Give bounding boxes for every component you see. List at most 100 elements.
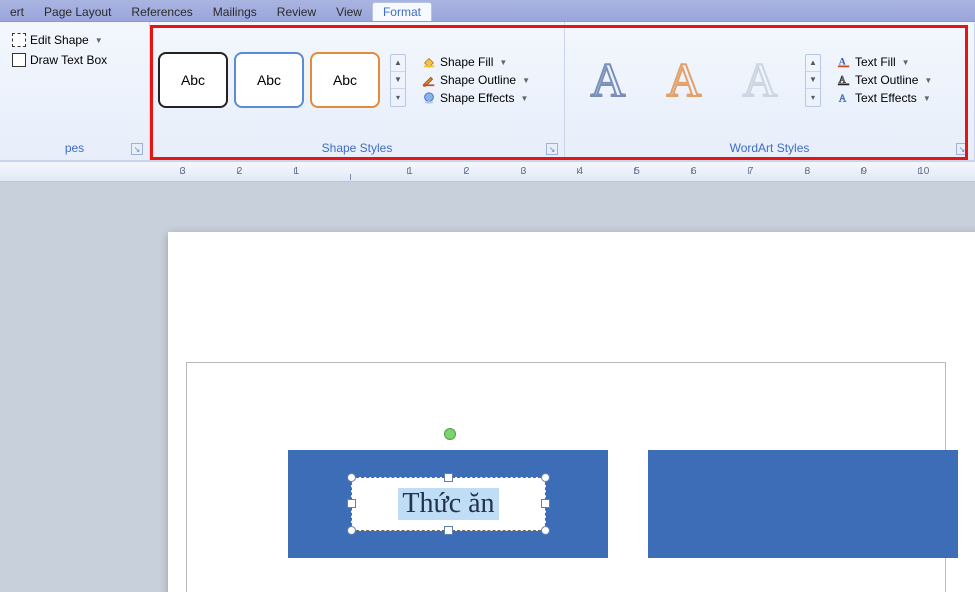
gallery-more-icon[interactable]: ▾ (806, 89, 820, 106)
edit-shape-button[interactable]: Edit Shape ▼ (8, 32, 107, 48)
ruler-tick: 10 (918, 166, 975, 177)
wordart-thumb-1[interactable]: A (573, 50, 643, 110)
group-label-wordart-styles-text: WordArt Styles (730, 141, 810, 155)
document-canvas[interactable]: Thức ăn (0, 182, 975, 592)
resize-handle-nw[interactable] (347, 473, 356, 482)
chevron-down-icon: ▼ (522, 76, 530, 85)
thumb-text: Abc (257, 72, 281, 88)
group-label-shape-styles: Shape Styles ↘ (150, 138, 564, 160)
ribbon-tabstrip: ert Page Layout References Mailings Revi… (0, 0, 975, 22)
tab-format[interactable]: Format (372, 2, 432, 21)
ruler-tick: 2 (464, 166, 521, 177)
text-effects-button[interactable]: A Text Effects ▼ (833, 90, 936, 106)
chevron-down-icon: ▼ (923, 94, 931, 103)
shape-effects-label: Shape Effects (440, 91, 515, 105)
svg-text:A: A (839, 94, 847, 105)
ruler-tick: 1 (294, 166, 351, 177)
text-fill-button[interactable]: A Text Fill ▼ (833, 54, 936, 70)
shape-outline-button[interactable]: Shape Outline ▼ (418, 72, 534, 88)
group-shape-styles: Abc Abc Abc ▲ ▼ ▾ Shape Fill ▼ (150, 22, 565, 160)
gallery-down-icon[interactable]: ▼ (391, 72, 405, 89)
tab-view[interactable]: View (326, 3, 372, 21)
gallery-up-icon[interactable]: ▲ (391, 55, 405, 72)
wordart-thumb-3[interactable]: A (725, 50, 795, 110)
shape-style-thumb-1[interactable]: Abc (158, 52, 228, 108)
ruler-tick: 3 (521, 166, 578, 177)
wordart-thumb-2[interactable]: A (649, 50, 719, 110)
horizontal-ruler[interactable]: 3 2 1 1 2 3 4 5 6 7 8 9 10 (0, 162, 975, 182)
ruler-tick: 4 (577, 166, 634, 177)
draw-text-box-label: Draw Text Box (30, 53, 107, 67)
tab-mailings[interactable]: Mailings (203, 3, 267, 21)
text-box-content[interactable]: Thức ăn (398, 488, 498, 520)
tab-review[interactable]: Review (267, 3, 326, 21)
ruler-tick: 5 (634, 166, 691, 177)
shape-style-thumb-2[interactable]: Abc (234, 52, 304, 108)
text-box-selected[interactable]: Thức ăn (351, 477, 546, 531)
ruler-tick: 2 (237, 166, 294, 177)
shape-effects-button[interactable]: Shape Effects ▼ (418, 90, 534, 106)
text-outline-icon: A (837, 73, 851, 87)
group-label-shapes: pes ↘ (0, 138, 149, 160)
thumb-text: Abc (181, 72, 205, 88)
resize-handle-sw[interactable] (347, 526, 356, 535)
gallery-more-icon[interactable]: ▾ (391, 89, 405, 106)
shape-styles-gallery: Abc Abc Abc ▲ ▼ ▾ (158, 52, 406, 108)
pen-icon (422, 73, 436, 87)
ruler-tick: 7 (748, 166, 805, 177)
dialog-launcher-icon[interactable]: ↘ (131, 143, 143, 155)
ribbon: Edit Shape ▼ Draw Text Box pes ↘ Abc Abc… (0, 22, 975, 162)
letter-a-icon: A (667, 53, 702, 108)
ruler-tick: 1 (407, 166, 464, 177)
ruler-tick: 8 (805, 166, 862, 177)
shape-fill-button[interactable]: Shape Fill ▼ (418, 54, 534, 70)
resize-handle-ne[interactable] (541, 473, 550, 482)
gallery-down-icon[interactable]: ▼ (806, 72, 820, 89)
gallery-up-icon[interactable]: ▲ (806, 55, 820, 72)
text-fill-icon: A (837, 55, 851, 69)
resize-handle-w[interactable] (347, 499, 356, 508)
wordart-gallery: A A A ▲ ▼ ▾ (573, 50, 821, 110)
chevron-down-icon: ▼ (521, 94, 529, 103)
edit-shape-icon (12, 33, 26, 47)
tab-references[interactable]: References (121, 3, 202, 21)
gallery-scroll: ▲ ▼ ▾ (390, 54, 406, 107)
resize-handle-s[interactable] (444, 526, 453, 535)
group-label-shapes-text: pes (65, 141, 84, 155)
shape-style-thumb-3[interactable]: Abc (310, 52, 380, 108)
page: Thức ăn (168, 232, 975, 592)
text-effects-icon: A (837, 91, 851, 105)
text-box-icon (12, 53, 26, 67)
shape-outline-label: Shape Outline (440, 73, 516, 87)
gallery-scroll: ▲ ▼ ▾ (805, 54, 821, 107)
ruler-tick: 3 (180, 166, 237, 177)
text-effects-label: Text Effects (855, 91, 917, 105)
shape-fill-label: Shape Fill (440, 55, 493, 69)
group-wordart-styles: A A A ▲ ▼ ▾ A Text Fill ▼ (565, 22, 975, 160)
ruler-tick: 9 (861, 166, 918, 177)
chevron-down-icon: ▼ (924, 76, 932, 85)
group-label-shape-styles-text: Shape Styles (322, 141, 393, 155)
letter-a-icon: A (743, 53, 778, 108)
text-outline-label: Text Outline (855, 73, 918, 87)
text-outline-button[interactable]: A Text Outline ▼ (833, 72, 936, 88)
blue-rectangle-2[interactable] (648, 450, 958, 558)
ruler-tick: 6 (691, 166, 748, 177)
tab-page-layout[interactable]: Page Layout (34, 3, 121, 21)
paint-bucket-icon (422, 55, 436, 69)
resize-handle-e[interactable] (541, 499, 550, 508)
rotation-handle-icon[interactable] (444, 428, 456, 440)
dialog-launcher-icon[interactable]: ↘ (546, 143, 558, 155)
resize-handle-n[interactable] (444, 473, 453, 482)
chevron-down-icon: ▼ (499, 58, 507, 67)
dialog-launcher-icon[interactable]: ↘ (956, 143, 968, 155)
letter-a-icon: A (591, 53, 626, 108)
resize-handle-se[interactable] (541, 526, 550, 535)
group-insert-shapes: Edit Shape ▼ Draw Text Box pes ↘ (0, 22, 150, 160)
draw-text-box-button[interactable]: Draw Text Box (8, 52, 111, 68)
group-label-wordart-styles: WordArt Styles ↘ (565, 138, 974, 160)
tab-insert[interactable]: ert (0, 3, 34, 21)
shape-effects-icon (422, 91, 436, 105)
edit-shape-label: Edit Shape (30, 33, 89, 47)
text-fill-label: Text Fill (855, 55, 896, 69)
